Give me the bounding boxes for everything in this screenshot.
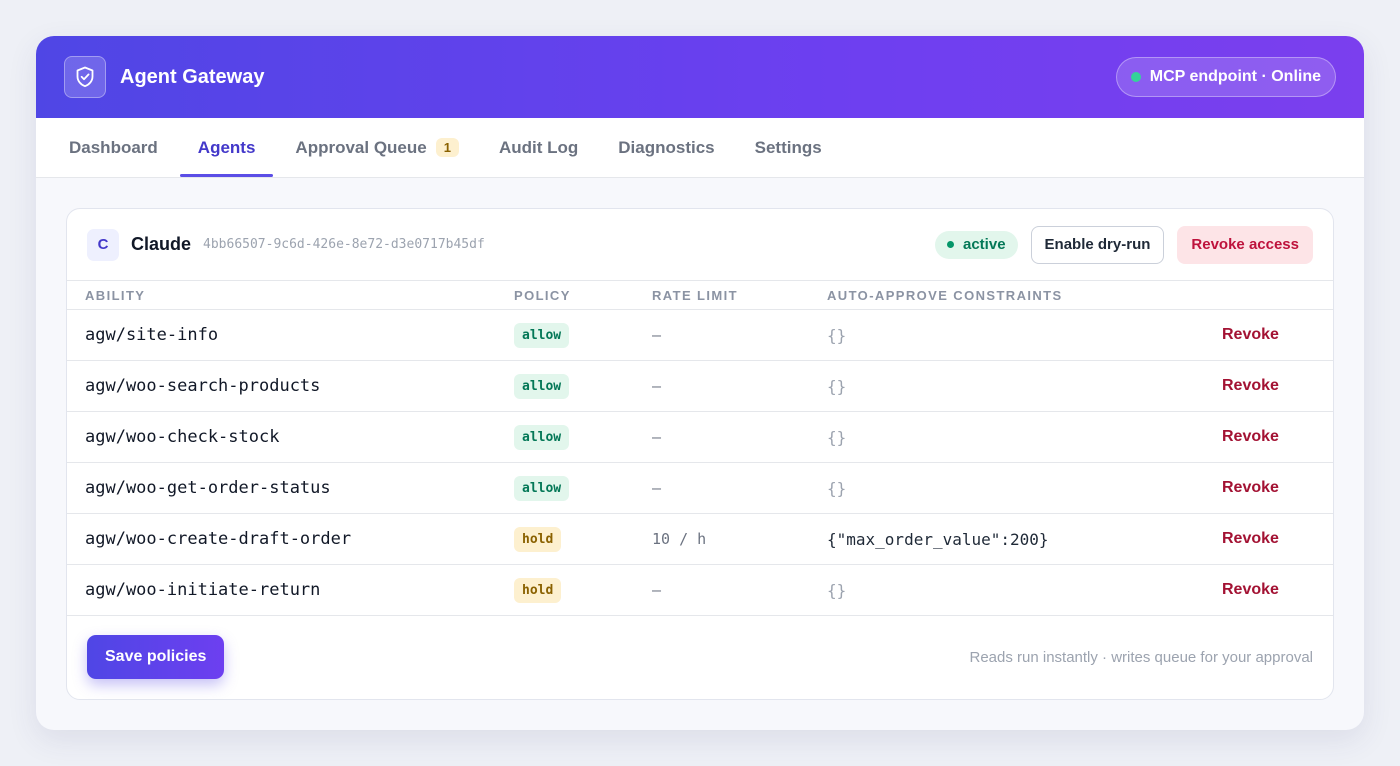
tab-audit-log[interactable]: Audit Log [499,118,578,177]
rate-limit-value[interactable]: — [652,428,661,446]
ability-name: agw/woo-check-stock [85,427,280,447]
constraints-value[interactable]: {} [827,581,846,600]
shield-check-icon [64,56,106,98]
table-row: agw/woo-search-products allow — {} Revok… [67,361,1333,412]
online-dot-icon [1130,72,1141,82]
tab-label: Audit Log [498,137,579,157]
status-badge: active [935,230,1018,259]
ability-name: agw/woo-get-order-status [85,478,331,498]
policy-select[interactable]: hold [514,577,562,603]
revoke-button[interactable]: Revoke [1222,377,1279,395]
ability-name: agw/site-info [85,325,219,345]
revoke-button[interactable]: Revoke [1222,479,1279,497]
tab-agents[interactable]: Agents [179,118,273,177]
table-row: agw/woo-initiate-return hold — {} Revoke [67,565,1333,616]
endpoint-status-badge: MCP endpoint · Online [1115,57,1336,97]
policy-select[interactable]: allow [514,373,570,399]
agent-card: C Claude 4bb66507-9c6d-426e-8e72-d3e0717… [66,208,1334,700]
endpoint-status-label: MCP endpoint · Online [1149,68,1321,85]
tab-label: Agents [197,137,256,157]
column-header-policy: POLICY [514,287,571,303]
status-label: active [963,236,1006,253]
table-header: ABILITY POLICY RATE LIMIT AUTO-APPROVE C… [67,281,1333,310]
rate-limit-value[interactable]: 10 / h [652,530,706,548]
revoke-button[interactable]: Revoke [1222,530,1279,548]
table-row: agw/site-info allow — {} Revoke [67,310,1333,361]
constraints-value[interactable]: {} [827,326,846,345]
revoke-button[interactable]: Revoke [1222,428,1279,446]
app-title: Agent Gateway [120,65,265,88]
table-row: agw/woo-check-stock allow — {} Revoke [67,412,1333,463]
column-header-rate-limit: RATE LIMIT [652,287,738,303]
policy-select[interactable]: allow [514,424,570,450]
footer-note: Reads run instantly · writes queue for y… [969,648,1313,666]
constraints-value[interactable]: {} [827,377,846,396]
main-tabs: Dashboard Agents Approval Queue 1 Audit … [36,118,1364,178]
tab-approval-queue[interactable]: Approval Queue 1 [295,118,459,177]
policy-select[interactable]: hold [514,526,562,552]
policy-select[interactable]: allow [514,475,570,501]
agent-name: Claude [131,234,192,254]
ability-name: agw/woo-create-draft-order [85,529,352,549]
ability-name: agw/woo-search-products [85,376,321,396]
status-dot-icon [947,241,954,248]
enable-dry-run-button[interactable]: Enable dry-run [1030,225,1165,264]
table-row: agw/woo-create-draft-order hold 10 / h {… [67,514,1333,565]
app-header: Agent Gateway MCP endpoint · Online [36,36,1364,118]
approval-count-badge: 1 [435,138,459,157]
tab-label: Dashboard [69,137,158,157]
constraints-value[interactable]: {"max_order_value":200} [827,530,1049,549]
agent-card-header: C Claude 4bb66507-9c6d-426e-8e72-d3e0717… [67,209,1333,281]
table-row: agw/woo-get-order-status allow — {} Revo… [67,463,1333,514]
rate-limit-value[interactable]: — [652,479,661,497]
tab-label: Settings [754,137,822,157]
tab-label: Diagnostics [618,137,715,157]
brand: Agent Gateway [64,56,264,98]
revoke-access-button[interactable]: Revoke access [1177,225,1313,264]
avatar: C [87,228,119,261]
revoke-button[interactable]: Revoke [1222,581,1279,599]
rate-limit-value[interactable]: — [652,581,661,599]
rate-limit-value[interactable]: — [652,326,661,344]
column-header-constraints: AUTO-APPROVE CONSTRAINTS [827,287,1063,303]
tab-diagnostics[interactable]: Diagnostics [618,118,714,177]
app-window: Agent Gateway MCP endpoint · Online Dash… [36,36,1364,730]
constraints-value[interactable]: {} [827,428,846,447]
card-footer: Save policies Reads run instantly · writ… [67,615,1333,699]
column-header-ability: ABILITY [85,287,146,303]
save-policies-button[interactable]: Save policies [87,635,225,679]
agent-id: 4bb66507-9c6d-426e-8e72-d3e0717b45df [203,237,485,252]
rate-limit-value[interactable]: — [652,377,661,395]
tab-label: Approval Queue [295,137,427,157]
policy-select[interactable]: allow [514,322,570,348]
tab-settings[interactable]: Settings [755,118,822,177]
tab-dashboard[interactable]: Dashboard [69,118,158,177]
ability-name: agw/woo-initiate-return [85,580,321,600]
constraints-value[interactable]: {} [827,479,846,498]
revoke-button[interactable]: Revoke [1222,326,1279,344]
